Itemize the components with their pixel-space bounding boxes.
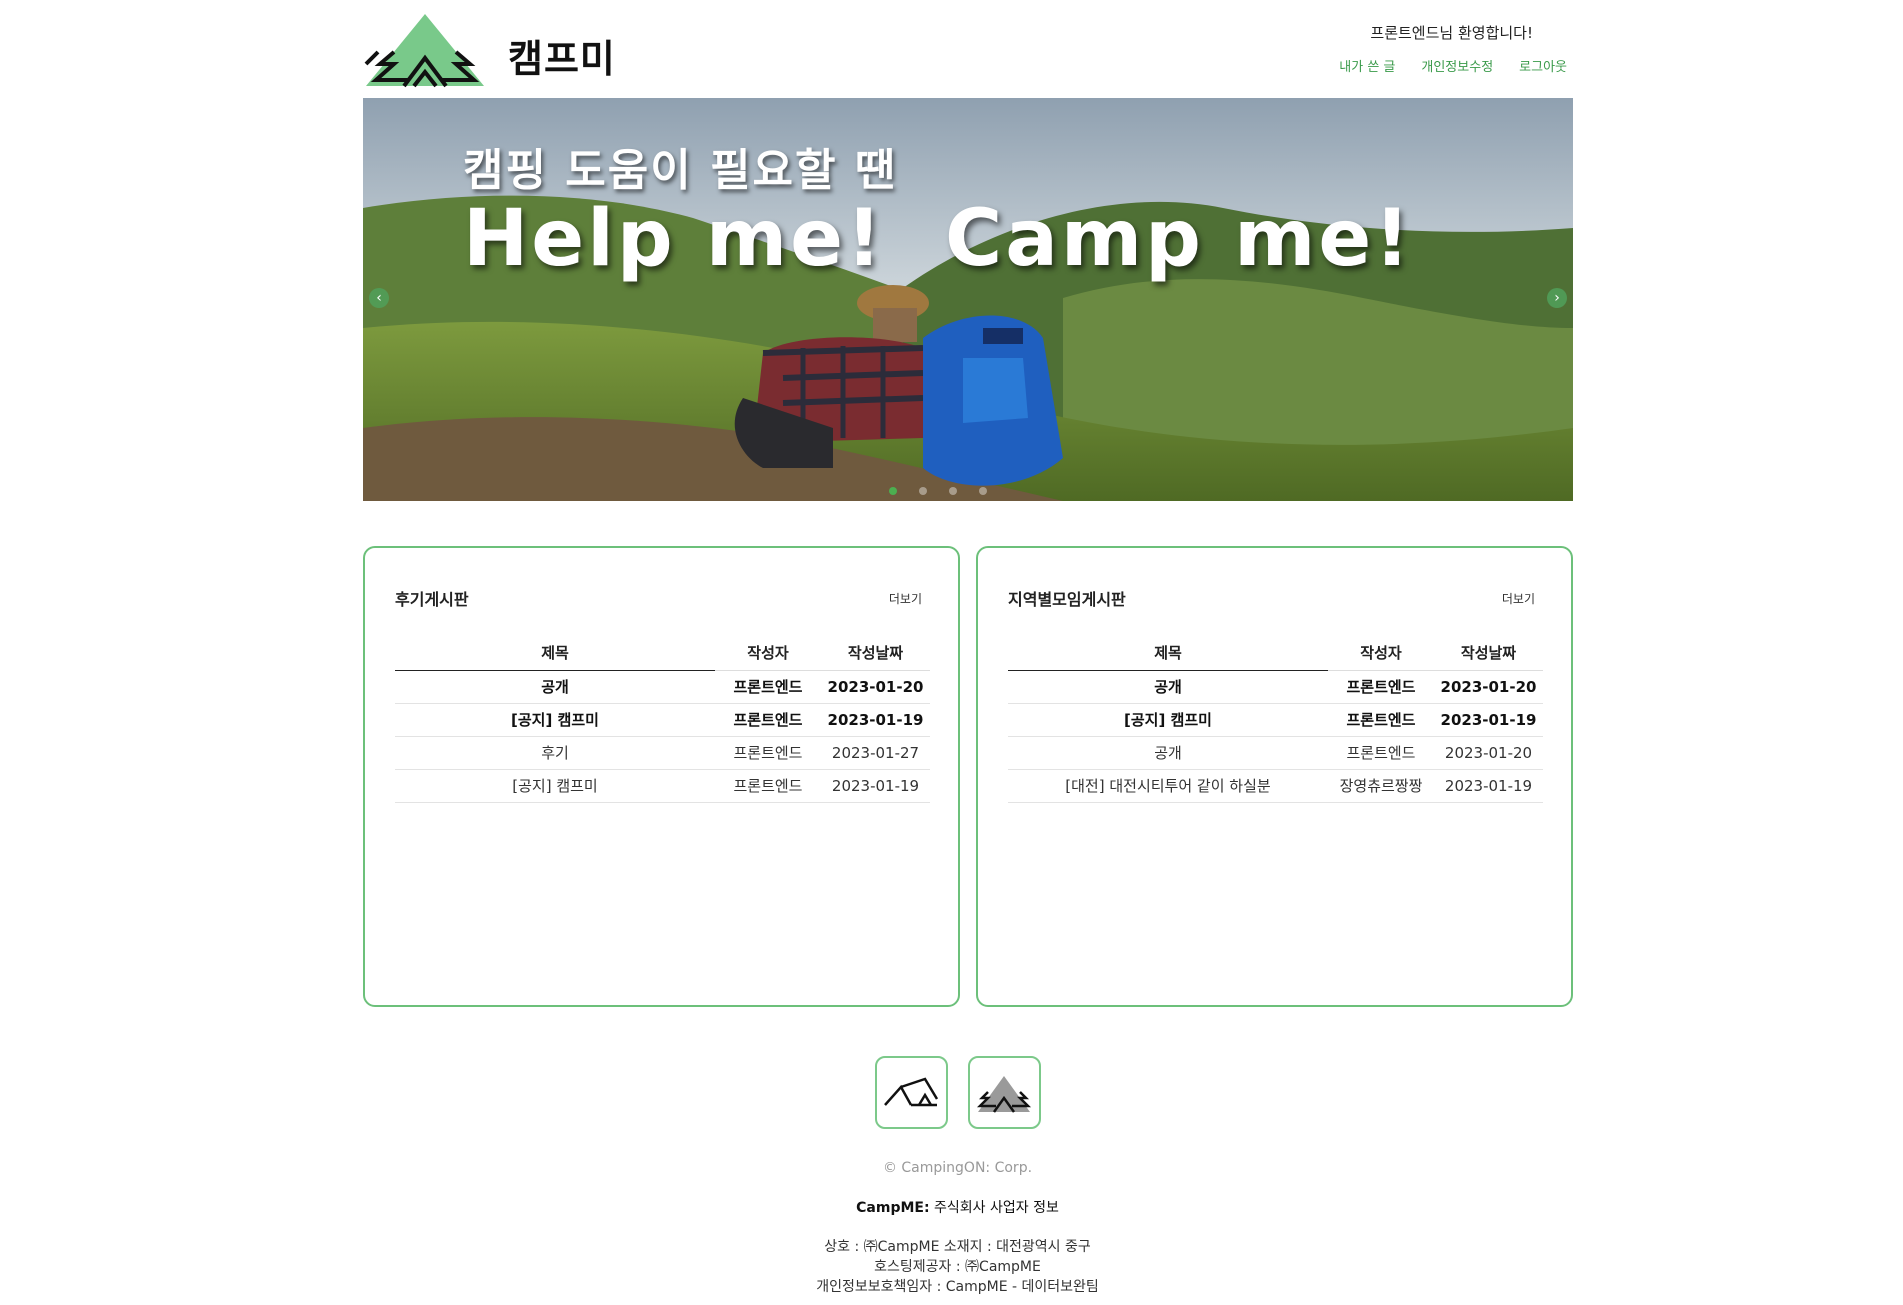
row-title[interactable]: 공개 xyxy=(1008,736,1328,770)
carousel-dot-1[interactable] xyxy=(889,487,897,495)
row-author: 프론트엔드 xyxy=(715,769,821,803)
carousel-indicators xyxy=(363,487,1573,495)
row-date: 2023-01-20 xyxy=(1434,670,1543,704)
user-menu: 내가 쓴 글 개인정보수정 로그아웃 xyxy=(1339,56,1567,75)
row-title[interactable]: [공지] 캠프미 xyxy=(395,769,715,803)
column-header-title: 제목 xyxy=(1008,636,1328,671)
hero-title-english: Help me! Camp me! xyxy=(463,194,1413,284)
edit-profile-link[interactable]: 개인정보수정 xyxy=(1421,56,1493,75)
review-board-more-link[interactable]: 더보기 xyxy=(889,590,922,607)
row-date: 2023-01-19 xyxy=(821,769,930,803)
hero-carousel: 캠핑 도움이 필요할 땐 Help me! Camp me! ‹ › xyxy=(363,98,1573,501)
column-header-author: 작성자 xyxy=(1328,636,1434,671)
company-info-line-3: 개인정보보호책임자 : CampME - 데이터보완팀 xyxy=(816,1279,1099,1295)
table-row[interactable]: 공개 프론트엔드 2023-01-20 xyxy=(1008,736,1543,770)
table-row[interactable]: [대전] 대전시티투어 같이 하실분 장영츄르짱짱 2023-01-19 xyxy=(1008,769,1543,803)
logout-link[interactable]: 로그아웃 xyxy=(1519,56,1567,75)
review-board-title: 후기게시판 xyxy=(395,590,469,609)
logo-text: 캠프미 xyxy=(508,36,616,81)
region-board: 지역별모임게시판 더보기 제목 작성자 작성날짜 공개 프론트엔드 2023-0… xyxy=(976,546,1573,1007)
table-row[interactable]: 후기 프론트엔드 2023-01-27 xyxy=(395,736,930,770)
copyright: © CampingON: Corp. xyxy=(882,1160,1033,1176)
region-table: 제목 작성자 작성날짜 공개 프론트엔드 2023-01-20 [공지] 캠프미… xyxy=(1008,636,1543,803)
carousel-dot-2[interactable] xyxy=(919,487,927,495)
site-logo[interactable]: 캠프미 xyxy=(364,12,624,88)
row-author: 프론트엔드 xyxy=(715,670,821,704)
row-author: 프론트엔드 xyxy=(1328,736,1434,770)
row-date: 2023-01-19 xyxy=(1434,703,1543,737)
table-row[interactable]: 공개 프론트엔드 2023-01-20 xyxy=(395,670,930,704)
row-title[interactable]: 공개 xyxy=(1008,670,1328,704)
company-info-line-1: 상호 : ㈜CampME 소재지 : 대전광역시 중구 xyxy=(824,1239,1091,1255)
row-author: 장영츄르짱짱 xyxy=(1328,769,1434,803)
review-board: 후기게시판 더보기 제목 작성자 작성날짜 공개 프론트엔드 2023-01-2… xyxy=(363,546,960,1007)
row-date: 2023-01-19 xyxy=(1434,769,1543,803)
tent-camp-icon[interactable] xyxy=(967,1056,1041,1129)
row-title[interactable]: 공개 xyxy=(395,670,715,704)
row-title[interactable]: 후기 xyxy=(395,736,715,770)
column-header-date: 작성날짜 xyxy=(1434,636,1543,671)
row-title[interactable]: [공지] 캠프미 xyxy=(1008,703,1328,737)
company-info-line-2: 호스팅제공자 : ㈜CampME xyxy=(874,1259,1041,1275)
company-info-heading: CampME: 주식회사 사업자 정보 xyxy=(0,1197,1903,1217)
row-title[interactable]: [공지] 캠프미 xyxy=(395,703,715,737)
table-row[interactable]: [공지] 캠프미 프론트엔드 2023-01-19 xyxy=(395,703,930,737)
carousel-next-icon[interactable]: › xyxy=(1547,288,1567,308)
carousel-dot-4[interactable] xyxy=(979,487,987,495)
column-header-date: 작성날짜 xyxy=(821,636,930,671)
company-name: CampME: xyxy=(856,1200,930,1216)
row-date: 2023-01-20 xyxy=(821,670,930,704)
region-board-title: 지역별모임게시판 xyxy=(1008,590,1126,609)
hero-title-korean: 캠핑 도움이 필요할 땐 xyxy=(463,145,898,196)
table-row[interactable]: 공개 프론트엔드 2023-01-20 xyxy=(1008,670,1543,704)
row-date: 2023-01-27 xyxy=(821,736,930,770)
row-title[interactable]: [대전] 대전시티투어 같이 하실분 xyxy=(1008,769,1328,803)
footer-icon-links xyxy=(0,1056,1903,1129)
region-board-more-link[interactable]: 더보기 xyxy=(1502,590,1535,607)
carousel-dot-3[interactable] xyxy=(949,487,957,495)
row-author: 프론트엔드 xyxy=(1328,703,1434,737)
row-author: 프론트엔드 xyxy=(1328,670,1434,704)
row-date: 2023-01-19 xyxy=(821,703,930,737)
table-row[interactable]: [공지] 캠프미 프론트엔드 2023-01-19 xyxy=(1008,703,1543,737)
column-header-author: 작성자 xyxy=(715,636,821,671)
table-row[interactable]: [공지] 캠프미 프론트엔드 2023-01-19 xyxy=(395,769,930,803)
company-heading-rest: 주식회사 사업자 정보 xyxy=(929,1200,1059,1216)
my-posts-link[interactable]: 내가 쓴 글 xyxy=(1339,56,1395,75)
row-date: 2023-01-20 xyxy=(1434,736,1543,770)
review-table: 제목 작성자 작성날짜 공개 프론트엔드 2023-01-20 [공지] 캠프미… xyxy=(395,636,930,803)
carousel-prev-icon[interactable]: ‹ xyxy=(369,288,389,308)
tent-outline-icon[interactable] xyxy=(874,1056,948,1129)
welcome-message: 프론트엔드님 환영합니다! xyxy=(1370,24,1533,42)
tent-logo-icon xyxy=(364,14,484,88)
column-header-title: 제목 xyxy=(395,636,715,671)
row-author: 프론트엔드 xyxy=(715,736,821,770)
row-author: 프론트엔드 xyxy=(715,703,821,737)
